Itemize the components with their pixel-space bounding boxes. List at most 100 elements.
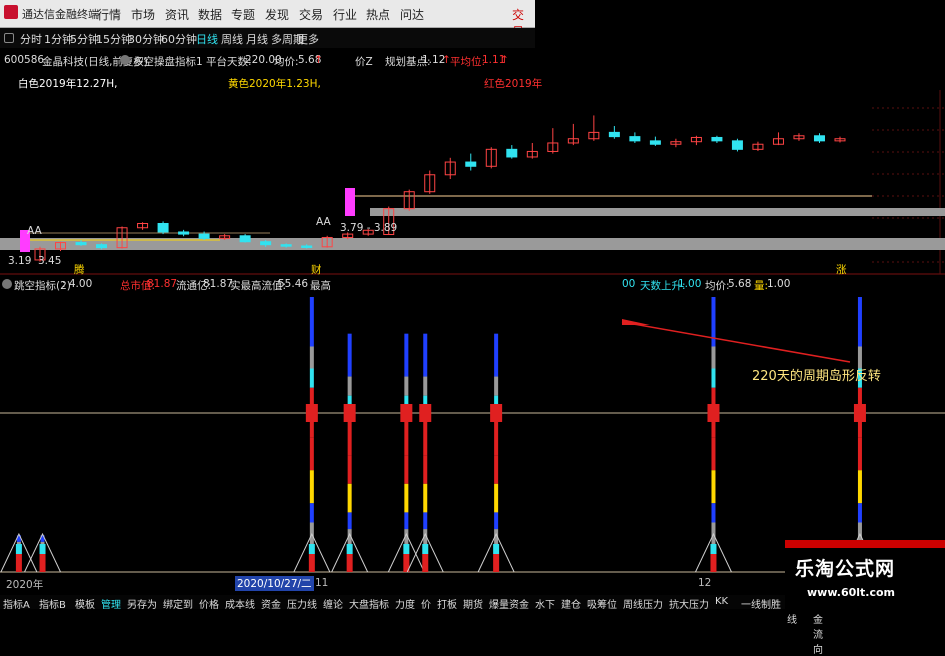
candle-body <box>280 244 292 247</box>
indicator-segment <box>494 512 499 530</box>
candle-body <box>178 231 190 235</box>
indicator-segment <box>309 470 314 504</box>
indicator-segment <box>423 376 428 396</box>
period-tab-monthly[interactable]: 月线 <box>246 31 268 47</box>
menu-item-ask[interactable]: 问达 <box>400 6 424 23</box>
menu-item-hotspot[interactable]: 热点 <box>366 6 390 23</box>
indicator-base-red <box>39 554 46 572</box>
period-tab-15min[interactable]: 15分钟 <box>96 31 132 47</box>
level-label: 平均位: <box>450 56 486 68</box>
period-tab-1min[interactable]: 1分钟 <box>44 31 73 47</box>
indicator-segment <box>711 346 716 369</box>
app-logo-icon <box>4 5 18 19</box>
period-tab-30min[interactable]: 30分钟 <box>128 31 164 47</box>
indicator-segment <box>711 503 716 523</box>
indicator-base-cyan <box>403 544 410 554</box>
indicator-block <box>343 404 356 422</box>
indicator-segment <box>857 297 862 347</box>
menu-item-data[interactable]: 数据 <box>198 6 222 23</box>
lower-indicator-gear-icon[interactable] <box>2 279 12 289</box>
period-tab-5min[interactable]: 5分钟 <box>70 31 99 47</box>
indicator-segment <box>494 333 499 377</box>
indicator-segment <box>711 470 716 504</box>
indicator-gear-icon[interactable] <box>120 55 130 65</box>
range-price-label: 3.79 - 3.89 <box>340 222 398 234</box>
annotation-arrow <box>621 321 851 363</box>
lower-avg-label: 均价: <box>705 280 730 292</box>
candle-body <box>506 148 518 158</box>
candle-body <box>608 131 620 138</box>
indicator-segment <box>309 346 314 369</box>
period-tab-intraday[interactable]: 分时 <box>20 31 42 47</box>
watermark-title: 乐淘公式网 <box>795 558 896 580</box>
indicator-block <box>400 404 413 422</box>
period-tab-daily[interactable]: 日线 <box>196 31 218 47</box>
menu-item-quotes[interactable]: 行情 <box>97 6 121 23</box>
indicator-segment <box>711 368 716 388</box>
annotation-yellow: 黄色2020年1.23H, <box>228 78 321 90</box>
candle-body <box>239 235 251 243</box>
menu-item-industry[interactable]: 行业 <box>333 6 357 23</box>
stock-code: 600586 <box>4 54 45 66</box>
price-z-label: 价Z <box>355 56 373 68</box>
indicator-segment <box>423 512 428 530</box>
avg-up-arrow: ↑ <box>314 54 323 66</box>
date-12: 12 <box>698 577 712 589</box>
candle-body <box>711 136 723 142</box>
indicator-base-cyan <box>493 544 500 554</box>
indicator-segment <box>494 376 499 396</box>
candle-body <box>465 161 477 167</box>
indicator-block <box>419 404 432 422</box>
indicator-block <box>853 404 866 422</box>
indicator-segment <box>347 376 352 396</box>
candle-body <box>301 245 313 248</box>
aa-label-mid: AA <box>316 216 331 228</box>
indicator-segment <box>404 376 409 396</box>
period-menu-icon[interactable] <box>4 33 14 43</box>
indicator-base-cyan <box>346 544 353 554</box>
indicator-segment <box>309 437 314 471</box>
candle-body <box>96 244 108 249</box>
menu-bar: 通达信金融终端 行情 市场 资讯 数据 专题 发现 交易 行业 热点 问达 交易 <box>0 0 535 39</box>
right-code: 00 <box>622 278 636 290</box>
actual-cap-value: 55.46 <box>278 278 309 290</box>
candle-body <box>198 233 210 239</box>
indicator-segment <box>857 470 862 504</box>
menu-item-news[interactable]: 资讯 <box>165 6 189 23</box>
indicator-segment <box>404 483 409 513</box>
menu-item-market[interactable]: 市场 <box>131 6 155 23</box>
indicator-segment <box>347 333 352 377</box>
island-reversal-annotation: 220天的周期岛形反转 <box>752 369 881 384</box>
menu-item-discover[interactable]: 发现 <box>265 6 289 23</box>
indicator-segment <box>423 333 428 377</box>
period-tab-weekly[interactable]: 周线 <box>221 31 243 47</box>
indicator-base-red <box>710 554 717 572</box>
app-title: 通达信金融终端 <box>22 8 99 21</box>
candle-body <box>157 223 169 233</box>
indicator-base-red <box>15 554 22 572</box>
indicator-base-cyan <box>710 544 717 554</box>
indicator-segment <box>309 503 314 523</box>
date-11: 11 <box>315 577 329 589</box>
period-tab-60min[interactable]: 60分钟 <box>161 31 197 47</box>
level-up-arrow: ↑ <box>500 54 509 66</box>
period-tab-more[interactable]: 更多 <box>297 31 319 47</box>
candle-body <box>731 140 743 150</box>
marker-right: 涨 <box>836 264 847 276</box>
indicator-segment <box>711 437 716 471</box>
indicator-block <box>490 404 503 422</box>
indicator-segment <box>494 483 499 513</box>
indicator-segment <box>857 503 862 523</box>
bottom-tab-item[interactable]: KK <box>715 596 728 607</box>
indicator-block <box>707 404 720 422</box>
menu-item-topics[interactable]: 专题 <box>231 6 255 23</box>
indicator-block <box>305 404 318 422</box>
indicator-name[interactable]: 多空操盘指标1 <box>133 54 203 69</box>
candle-body <box>649 140 661 145</box>
float-cap-value: 81.87 <box>203 278 234 290</box>
lower-avg-value: 5.68 <box>728 278 752 290</box>
indicator-segment <box>404 333 409 377</box>
days-up-value: 1.00 <box>678 278 702 290</box>
menu-item-trade[interactable]: 交易 <box>299 6 323 23</box>
marker-left: 腾 <box>74 264 85 276</box>
